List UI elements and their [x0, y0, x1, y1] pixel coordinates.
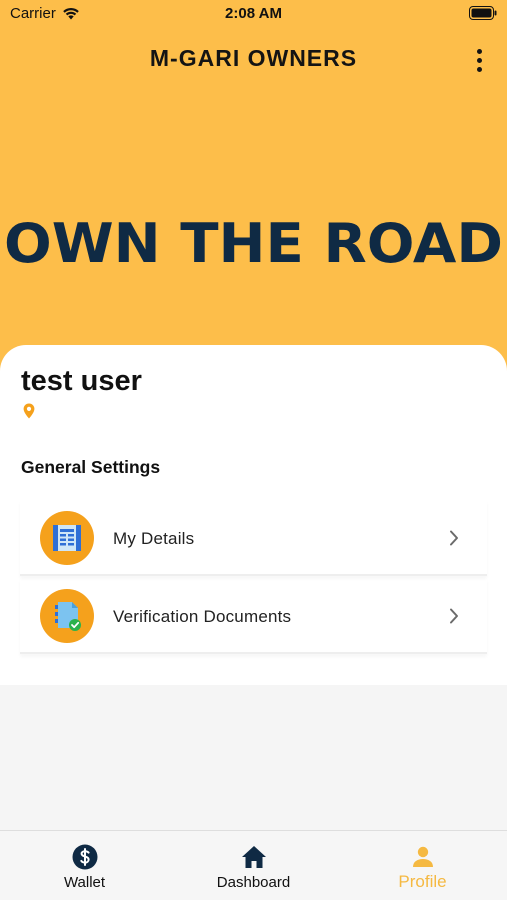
battery-icon [469, 6, 497, 24]
verification-documents-label: Verification Documents [113, 607, 292, 626]
tab-wallet-label: Wallet [63, 874, 106, 891]
my-details-row[interactable]: My Details [20, 500, 487, 576]
profile-card: test user General Settings My Details Ve… [0, 345, 507, 685]
chevron-right-icon [449, 530, 459, 551]
verified-document-icon [40, 589, 94, 643]
hero-slogan: OWN THE ROAD [3, 212, 504, 275]
person-icon [411, 844, 435, 870]
status-bar: Carrier 2:08 AM [0, 0, 507, 28]
tab-dashboard-label: Dashboard [216, 874, 291, 891]
tab-profile[interactable]: Profile [338, 831, 507, 900]
bottom-tab-bar: Wallet Dashboard Profile [0, 830, 507, 900]
verification-documents-row[interactable]: Verification Documents [20, 578, 487, 654]
more-menu-button[interactable] [469, 46, 489, 74]
app-title: M-GARI OWNERS [149, 45, 358, 71]
tab-wallet[interactable]: Wallet [0, 831, 169, 900]
more-vertical-icon [476, 48, 482, 54]
tab-profile-label: Profile [398, 872, 447, 891]
dollar-icon [72, 844, 98, 870]
id-card-icon [40, 511, 94, 565]
hero-banner: Carrier 2:08 AM M-GARI OWNERS OWN THE RO… [0, 0, 507, 380]
my-details-label: My Details [113, 529, 195, 548]
location-pin-icon [23, 403, 35, 424]
general-settings-title: General Settings [21, 457, 161, 477]
chevron-right-icon [449, 608, 459, 629]
user-name: test user [21, 365, 142, 397]
tab-dashboard[interactable]: Dashboard [169, 831, 338, 900]
home-icon [241, 844, 267, 870]
status-time: 2:08 AM [225, 5, 282, 22]
